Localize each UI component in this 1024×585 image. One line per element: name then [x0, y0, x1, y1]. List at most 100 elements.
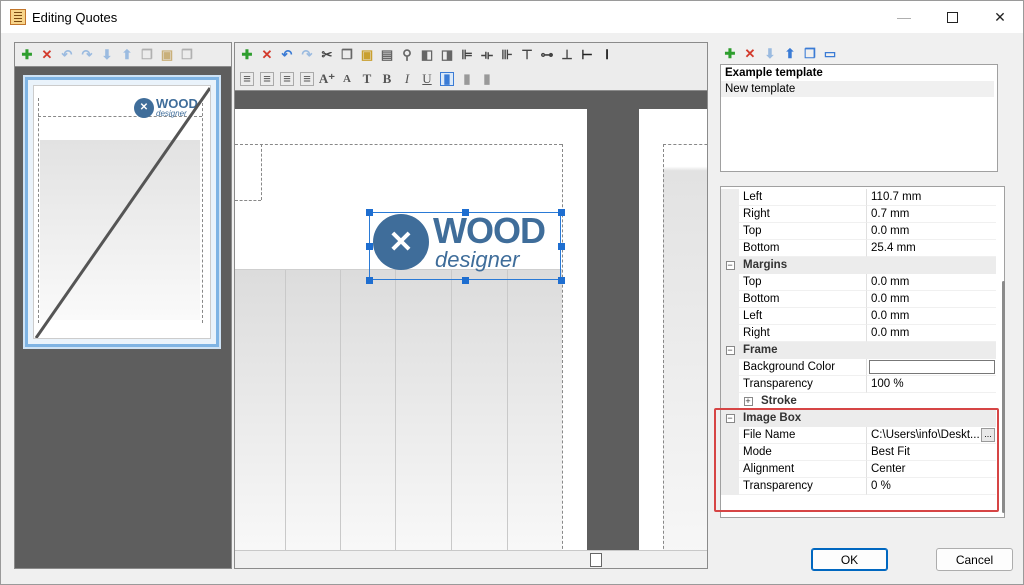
resize-handle-nw[interactable]: [366, 209, 373, 216]
color-swatch[interactable]: [869, 360, 995, 374]
collapse-icon[interactable]: −: [721, 257, 739, 274]
property-value[interactable]: 0.0 mm: [867, 223, 996, 240]
delete-element-icon[interactable]: ✕: [260, 48, 274, 62]
underline-icon[interactable]: U: [420, 71, 434, 86]
resize-handle-se[interactable]: [558, 277, 565, 284]
table-column-line: [285, 270, 286, 568]
resize-handle-sw[interactable]: [366, 277, 373, 284]
move-up-icon[interactable]: ⬆: [783, 47, 797, 61]
resize-handle-e[interactable]: [558, 243, 565, 250]
property-row[interactable]: Background Color: [721, 359, 996, 376]
duplicate-icon[interactable]: ❐: [180, 47, 194, 62]
property-row[interactable]: Bottom 25.4 mm: [721, 240, 996, 257]
page-thumbnail[interactable]: ✕ WOOD designer: [25, 77, 219, 347]
paste-icon[interactable]: ▣: [160, 47, 174, 62]
bring-forward-icon[interactable]: ◧: [420, 48, 434, 62]
property-row[interactable]: Top 0.0 mm: [721, 223, 996, 240]
text-align-left-icon[interactable]: ≡: [240, 71, 254, 86]
add-element-icon[interactable]: ✚: [240, 48, 254, 62]
property-row[interactable]: Right 0.0 mm: [721, 325, 996, 342]
property-row[interactable]: Left 0.0 mm: [721, 308, 996, 325]
property-value[interactable]: 0.0 mm: [867, 308, 996, 325]
same-height-icon[interactable]: Ⅰ: [600, 48, 614, 62]
italic-icon[interactable]: I: [400, 71, 414, 86]
font-grow-icon[interactable]: A⁺: [319, 71, 335, 86]
design-canvas[interactable]: ✚ ✕ ↶ ↷ ✂ ❐ ▣ ▤ ⚲ ◧ ◨ ⊫ ⟛ ⊪ ⊤ ⊶ ⊥ ⊢ Ⅰ ≡ …: [234, 42, 708, 569]
page-next[interactable]: [639, 109, 707, 568]
property-grid-scrollbar[interactable]: [1002, 281, 1005, 513]
property-gutter: [721, 325, 739, 342]
add-page-icon[interactable]: ✚: [20, 47, 34, 62]
align-right-icon[interactable]: ⊪: [500, 48, 514, 62]
new-page-icon[interactable]: [590, 553, 602, 567]
redo-icon[interactable]: ↷: [80, 47, 94, 62]
bold-icon[interactable]: B: [380, 71, 394, 86]
font-shrink-icon[interactable]: A: [340, 72, 354, 86]
resize-handle-s[interactable]: [462, 277, 469, 284]
send-backward-icon[interactable]: ◨: [440, 48, 454, 62]
same-width-icon[interactable]: ⊢: [580, 48, 594, 62]
align-center-icon[interactable]: ⟛: [480, 48, 494, 62]
property-category-margins[interactable]: − Margins: [721, 257, 996, 274]
duplicate-template-icon[interactable]: ❐: [803, 47, 817, 61]
property-value[interactable]: 0.0 mm: [867, 291, 996, 308]
property-value[interactable]: 0.0 mm: [867, 325, 996, 342]
text-style-icon[interactable]: T: [360, 71, 374, 86]
move-up-icon[interactable]: ⬆: [120, 47, 134, 62]
template-item-new[interactable]: New template: [721, 81, 994, 97]
copy-icon[interactable]: ❐: [140, 47, 154, 62]
page-main[interactable]: ✕ WOOD designer: [235, 109, 587, 568]
property-value[interactable]: 0.7 mm: [867, 206, 996, 223]
property-row[interactable]: Top 0.0 mm: [721, 274, 996, 291]
property-value[interactable]: 110.7 mm: [867, 189, 996, 206]
move-down-icon[interactable]: ⬇: [763, 47, 777, 61]
template-settings-icon[interactable]: ▭: [823, 47, 837, 61]
resize-handle-n[interactable]: [462, 209, 469, 216]
undo-icon[interactable]: ↶: [60, 47, 74, 62]
undo-icon[interactable]: ↶: [280, 48, 294, 62]
align-top-icon[interactable]: ⊤: [520, 48, 534, 62]
resize-handle-ne[interactable]: [558, 209, 565, 216]
property-value[interactable]: [867, 359, 996, 376]
copy-icon[interactable]: ❐: [340, 48, 354, 62]
property-value[interactable]: 100 %: [867, 376, 996, 393]
redo-icon[interactable]: ↷: [300, 48, 314, 62]
move-down-icon[interactable]: ⬇: [100, 47, 114, 62]
align-middle-icon[interactable]: ⊶: [540, 48, 554, 62]
property-category-frame[interactable]: − Frame: [721, 342, 996, 359]
text-anchor-middle-icon[interactable]: ▮: [460, 71, 474, 86]
delete-template-icon[interactable]: ✕: [743, 47, 757, 61]
format-paint-icon[interactable]: ⚲: [400, 48, 414, 62]
text-align-right-icon[interactable]: ≡: [280, 71, 294, 86]
add-template-icon[interactable]: ✚: [723, 47, 737, 61]
property-row[interactable]: Left 110.7 mm: [721, 189, 996, 206]
property-row[interactable]: Bottom 0.0 mm: [721, 291, 996, 308]
maximize-button[interactable]: [929, 1, 975, 33]
collapse-icon[interactable]: −: [721, 342, 739, 359]
table-body[interactable]: [235, 269, 562, 568]
align-left-icon[interactable]: ⊫: [460, 48, 474, 62]
text-anchor-bottom-icon[interactable]: ▮: [480, 71, 494, 86]
ok-button[interactable]: OK: [811, 548, 888, 571]
text-anchor-top-icon[interactable]: ▮: [440, 71, 454, 86]
property-value[interactable]: 25.4 mm: [867, 240, 996, 257]
paste-icon[interactable]: ▣: [360, 48, 374, 62]
property-gutter: [721, 206, 739, 223]
align-bottom-icon[interactable]: ⊥: [560, 48, 574, 62]
format-copy-icon[interactable]: ▤: [380, 48, 394, 62]
table-column-line: [451, 270, 452, 568]
header-top-guide: [235, 144, 562, 145]
text-align-center-icon[interactable]: ≡: [260, 71, 274, 86]
minimize-button[interactable]: —: [881, 1, 927, 33]
cancel-button[interactable]: Cancel: [936, 548, 1013, 571]
delete-page-icon[interactable]: ✕: [40, 47, 54, 62]
property-row[interactable]: Transparency 100 %: [721, 376, 996, 393]
text-justify-icon[interactable]: ≡: [300, 71, 314, 86]
property-value[interactable]: 0.0 mm: [867, 274, 996, 291]
cut-icon[interactable]: ✂: [320, 48, 334, 62]
image-box-selection[interactable]: [369, 212, 561, 280]
template-item-example[interactable]: Example template: [721, 65, 997, 81]
resize-handle-w[interactable]: [366, 243, 373, 250]
close-button[interactable]: ✕: [977, 1, 1023, 33]
property-row[interactable]: Right 0.7 mm: [721, 206, 996, 223]
